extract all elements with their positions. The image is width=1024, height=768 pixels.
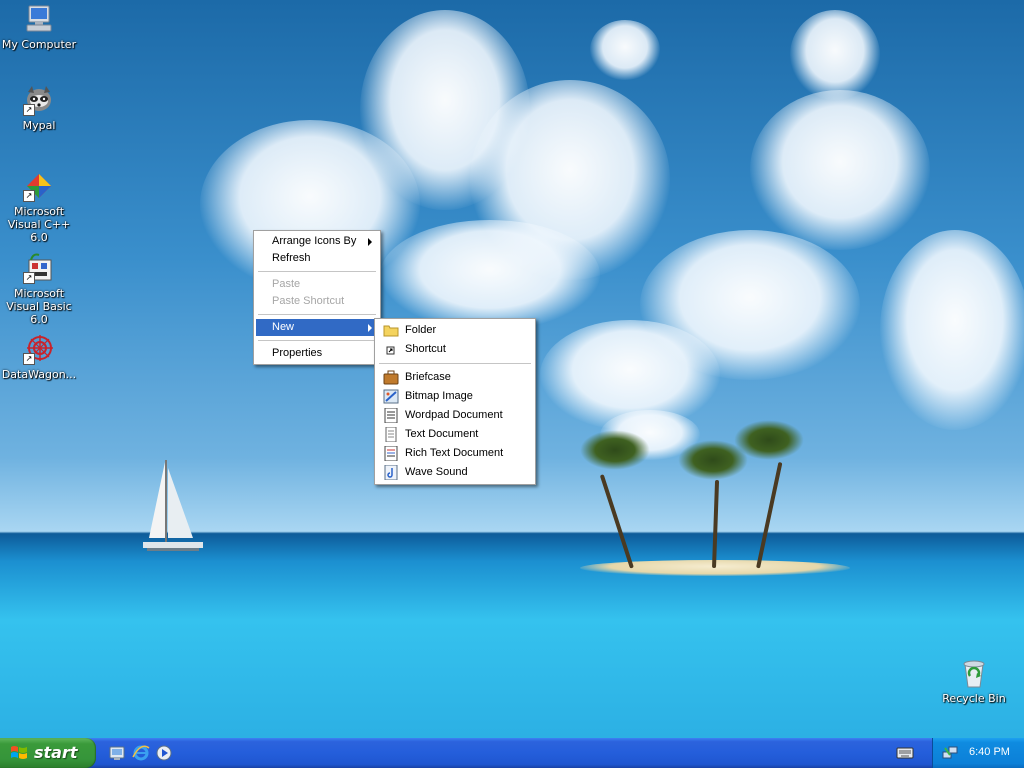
menu-item-paste-shortcut[interactable]: Paste Shortcut: [256, 293, 378, 310]
windows-flag-icon: [10, 745, 28, 761]
desktop-icon-label: My Computer: [1, 38, 77, 51]
system-tray: 6:40 PM: [932, 738, 1024, 768]
wallpaper-cloud: [750, 90, 930, 250]
shortcut-overlay-icon: ↗: [23, 353, 35, 365]
menu-item-arrange-icons-by[interactable]: Arrange Icons By: [256, 233, 378, 250]
wallpaper-cloud: [590, 20, 660, 80]
menu-separator: [379, 363, 531, 364]
visual-basic-icon: ↗: [23, 252, 55, 284]
menu-item-refresh[interactable]: Refresh: [256, 250, 378, 267]
new-submenu: Folder Shortcut Briefcase Bitmap Image W…: [374, 318, 536, 485]
taskbar: start 6:40 PM: [0, 738, 1024, 768]
folder-icon: [383, 323, 399, 338]
my-computer-icon: [23, 3, 55, 35]
briefcase-icon: [383, 370, 399, 385]
submenu-item-bitmap-image[interactable]: Bitmap Image: [377, 387, 533, 406]
internet-explorer-icon[interactable]: [132, 744, 150, 762]
palm-trunk: [599, 474, 634, 569]
menu-item-label: New: [272, 321, 295, 333]
wallpaper-cloud: [790, 10, 880, 100]
palm-trunk: [712, 479, 720, 569]
submenu-item-rich-text-document[interactable]: Rich Text Document: [377, 444, 533, 463]
menu-separator: [258, 340, 376, 341]
text-document-icon: [383, 426, 399, 443]
datawagon-icon: ↗: [23, 333, 55, 365]
submenu-item-wordpad-document[interactable]: Wordpad Document: [377, 406, 533, 425]
rich-text-icon: [383, 445, 399, 462]
menu-item-label: Refresh: [272, 252, 311, 264]
menu-item-label: Arrange Icons By: [272, 235, 357, 247]
wordpad-icon: [383, 407, 399, 424]
submenu-item-shortcut[interactable]: Shortcut: [377, 340, 533, 359]
desktop-icon-mypal[interactable]: ↗ Mypal: [0, 84, 79, 132]
desktop-icon-label: Microsoft Visual Basic 6.0: [6, 287, 72, 326]
submenu-item-label: Text Document: [405, 428, 479, 440]
keyboard-icon[interactable]: [896, 745, 914, 763]
recycle-bin-icon: [958, 657, 990, 689]
desktop-icon-label: Microsoft Visual C++ 6.0: [7, 205, 71, 244]
menu-item-paste[interactable]: Paste: [256, 276, 378, 293]
shortcut-overlay-icon: ↗: [23, 190, 35, 202]
desktop-icon-my-computer[interactable]: My Computer: [0, 3, 79, 51]
submenu-item-text-document[interactable]: Text Document: [377, 425, 533, 444]
submenu-arrow-icon: [368, 238, 372, 246]
wallpaper-sailboat: [143, 460, 203, 551]
clock[interactable]: 6:40 PM: [969, 746, 1010, 758]
start-button[interactable]: start: [0, 738, 96, 768]
desktop-icon-recycle-bin[interactable]: Recycle Bin: [934, 657, 1014, 705]
wallpaper-cloud: [640, 230, 860, 380]
submenu-item-label: Bitmap Image: [405, 390, 473, 402]
submenu-item-folder[interactable]: Folder: [377, 321, 533, 340]
submenu-item-label: Wave Sound: [405, 466, 468, 478]
submenu-item-label: Rich Text Document: [405, 447, 504, 459]
wave-sound-icon: [383, 464, 399, 481]
desktop-icon-visual-basic[interactable]: ↗ Microsoft Visual Basic 6.0: [0, 252, 79, 326]
menu-separator: [258, 271, 376, 272]
menu-item-label: Paste Shortcut: [272, 295, 345, 307]
menu-item-label: Properties: [272, 347, 323, 359]
submenu-item-wave-sound[interactable]: Wave Sound: [377, 463, 533, 482]
menu-separator: [258, 314, 376, 315]
submenu-item-label: Briefcase: [405, 371, 451, 383]
palm-leaves: [580, 430, 650, 470]
raccoon-icon: ↗: [23, 84, 55, 116]
network-icon[interactable]: [941, 744, 959, 762]
shortcut-overlay-icon: ↗: [23, 272, 35, 284]
desktop-icon-label: Recycle Bin: [942, 692, 1006, 705]
desktop-icon-datawagon[interactable]: ↗ DataWagon...: [0, 333, 79, 381]
menu-item-new[interactable]: New: [256, 319, 378, 336]
show-desktop-icon[interactable]: [108, 744, 126, 762]
shortcut-overlay-icon: ↗: [23, 104, 35, 116]
desktop[interactable]: My Computer ↗ Mypal ↗ Microsoft Visual C…: [0, 0, 1024, 738]
desktop-icon-label: Mypal: [22, 119, 56, 132]
start-label: start: [34, 743, 78, 762]
palm-leaves: [734, 420, 804, 460]
desktop-context-menu: Arrange Icons By Refresh Paste Paste Sho…: [253, 230, 381, 365]
menu-item-properties[interactable]: Properties: [256, 345, 378, 362]
media-player-icon[interactable]: [155, 744, 173, 762]
menu-item-label: Paste: [272, 278, 301, 290]
submenu-item-label: Shortcut: [405, 343, 446, 355]
submenu-arrow-icon: [368, 324, 372, 332]
submenu-item-label: Wordpad Document: [405, 409, 503, 421]
desktop-icon-visual-cpp[interactable]: ↗ Microsoft Visual C++ 6.0: [0, 170, 79, 244]
visual-cpp-icon: ↗: [23, 170, 55, 202]
desktop-icon-label: DataWagon...: [1, 368, 77, 381]
palm-trunk: [756, 461, 783, 569]
bitmap-icon: [383, 389, 399, 404]
shortcut-icon: [383, 342, 399, 357]
submenu-item-briefcase[interactable]: Briefcase: [377, 368, 533, 387]
wallpaper-cloud: [880, 230, 1024, 430]
wallpaper-cloud: [380, 220, 600, 330]
submenu-item-label: Folder: [405, 324, 437, 336]
